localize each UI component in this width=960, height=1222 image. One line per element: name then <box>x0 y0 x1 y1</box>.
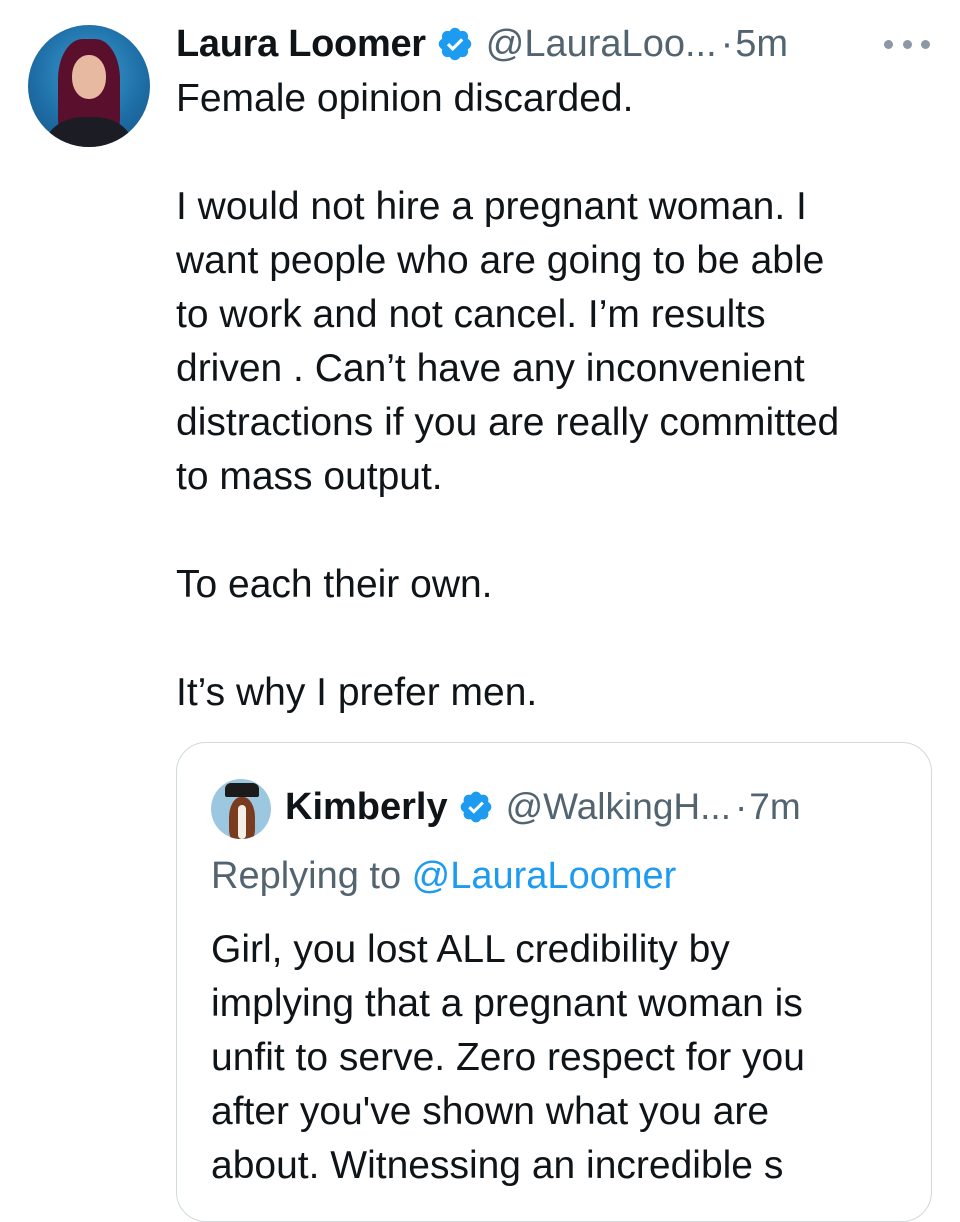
header-separator: · <box>720 22 734 65</box>
tweet-timestamp[interactable]: 5m <box>735 23 788 66</box>
tweet-text-paragraph: I would not hire a pregnant woman. I wan… <box>176 185 840 498</box>
avatar-face-shape <box>72 55 106 99</box>
author-name[interactable]: Laura Loomer <box>176 23 426 66</box>
quoted-author-handle[interactable]: @WalkingH... <box>506 786 731 828</box>
author-avatar[interactable] <box>28 25 150 147</box>
more-options-icon[interactable] <box>884 34 930 54</box>
quoted-author-avatar[interactable] <box>211 779 271 839</box>
avatar-hat-shape <box>225 783 259 797</box>
quoted-tweet-text: Girl, you lost ALL credibility by implyi… <box>211 928 805 1187</box>
more-dot <box>884 39 893 49</box>
tweet-text-line: Female opinion discarded. <box>176 77 634 120</box>
verified-badge-icon[interactable] <box>458 789 494 825</box>
replying-to: Replying to @LauraLoomer <box>211 855 676 898</box>
tweet-header: Laura Loomer @LauraLoo... · 5m <box>176 18 788 70</box>
replying-to-label: Replying to <box>211 855 412 897</box>
avatar-horse-blaze <box>238 805 246 839</box>
replying-to-mention-link[interactable]: @LauraLoomer <box>412 855 677 897</box>
more-dot <box>921 39 930 49</box>
tweet[interactable]: Laura Loomer @LauraLoo... · 5m Female op… <box>0 0 960 1222</box>
author-handle[interactable]: @LauraLoo... <box>486 23 717 66</box>
quoted-tweet-header: Kimberly @WalkingH... · 7m <box>285 781 801 833</box>
quoted-author-name[interactable]: Kimberly <box>285 786 448 829</box>
verified-badge-icon[interactable] <box>436 25 474 63</box>
quoted-tweet-timestamp[interactable]: 7m <box>749 786 800 828</box>
tweet-text-paragraph: To each their own. <box>176 563 493 606</box>
header-separator: · <box>734 786 748 827</box>
quoted-tweet[interactable]: Kimberly @WalkingH... · 7m Replying to @… <box>176 742 932 1222</box>
more-dot <box>902 39 912 49</box>
tweet-text-paragraph: It’s why I prefer men. <box>176 671 538 714</box>
